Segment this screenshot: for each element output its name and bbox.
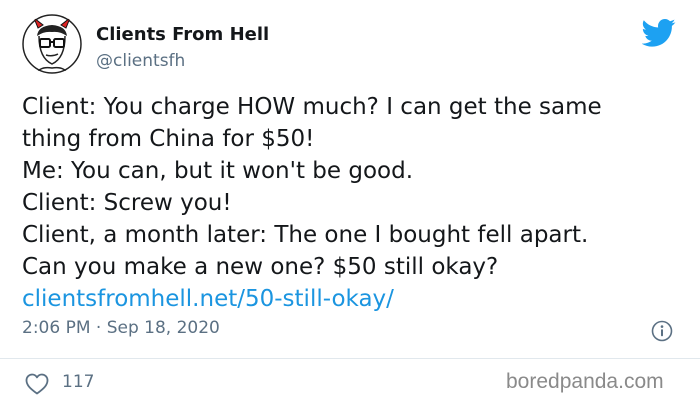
divider [0, 358, 700, 359]
tweet-text: Client: You charge HOW much? I can get t… [22, 91, 682, 315]
heart-icon[interactable] [24, 372, 50, 396]
tweet-line: thing from China for $50! [22, 126, 315, 152]
author-display-name[interactable]: Clients From Hell [96, 24, 269, 45]
twitter-bird-icon[interactable] [641, 18, 676, 48]
avatar[interactable] [22, 14, 82, 74]
tweet-timestamp[interactable]: 2:06 PM · Sep 18, 2020 [22, 318, 220, 338]
tweet-line: Me: You can, but it won't be good. [22, 158, 413, 184]
watermark: boredpanda.com [506, 370, 664, 393]
tweet-line: Client: You charge HOW much? I can get t… [22, 94, 602, 120]
tweet-line: Can you make a new one? $50 still okay? [22, 254, 499, 280]
like-count: 117 [62, 372, 95, 392]
tweet-line: Client: Screw you! [22, 190, 232, 216]
tweet-line: Client, a month later: The one I bought … [22, 222, 589, 248]
tweet-link[interactable]: clientsfromhell.net/50-still-okay/ [22, 283, 682, 315]
author-handle[interactable]: @clientsfh [96, 51, 185, 71]
info-icon[interactable] [651, 320, 673, 342]
